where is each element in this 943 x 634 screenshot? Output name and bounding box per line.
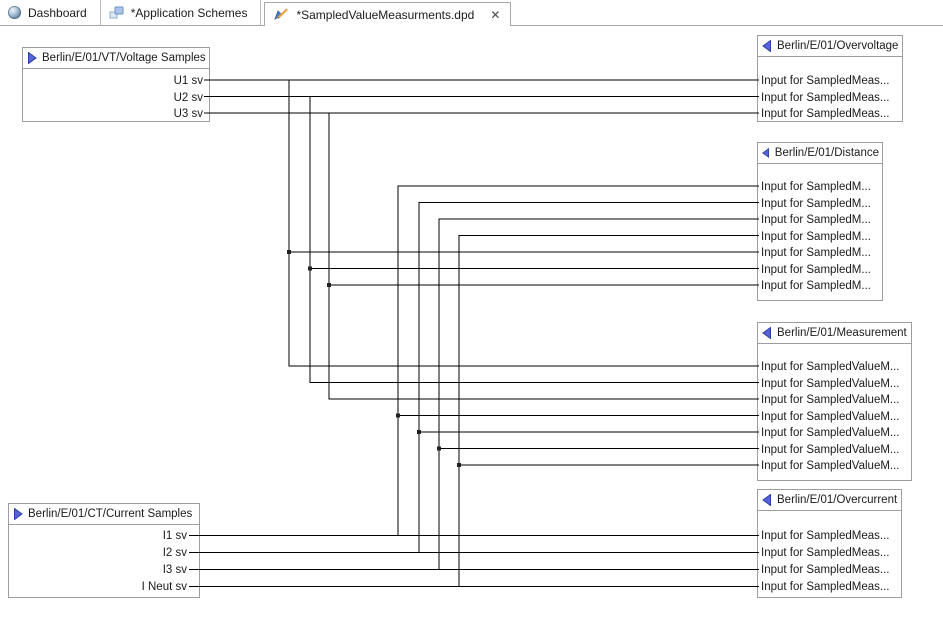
application-window: Berlin/E/01/VT/Voltage Samples U1 svU2 s… — [0, 0, 943, 634]
input-arrow-icon — [762, 494, 772, 506]
output-arrow-icon — [27, 52, 37, 64]
scheme-canvas[interactable]: Berlin/E/01/VT/Voltage Samples U1 svU2 s… — [0, 0, 943, 634]
input-pin[interactable]: Input for SampledMeas... — [761, 545, 901, 562]
dashboard-icon — [8, 6, 21, 19]
pin-list: Input for SampledMeas...Input for Sample… — [758, 57, 902, 123]
node-title: Berlin/E/01/Distance — [775, 147, 879, 159]
input-pin[interactable]: Input for SampledM... — [761, 245, 882, 262]
input-pin[interactable]: Input for SampledMeas... — [761, 562, 901, 579]
input-pin[interactable]: Input for SampledM... — [761, 212, 882, 229]
input-pin[interactable]: Input for SampledValueM... — [761, 425, 911, 442]
pin-list: Input for SampledMeas...Input for Sample… — [758, 511, 901, 596]
node-header: Berlin/E/01/CT/Current Samples — [9, 504, 199, 525]
input-pin[interactable]: Input for SampledValueM... — [761, 442, 911, 459]
tab-label: Dashboard — [28, 6, 87, 20]
node-title: Berlin/E/01/CT/Current Samples — [28, 508, 192, 520]
application-schemes-icon — [109, 6, 124, 19]
input-pin[interactable]: Input for SampledMeas... — [761, 90, 902, 107]
node-title: Berlin/E/01/Measurement — [777, 327, 907, 339]
node-title: Berlin/E/01/Overcurrent — [777, 494, 897, 506]
tab-sampledvaluemeasurments[interactable]: *SampledValueMeasurments.dpd ✕ — [264, 2, 511, 26]
editor-tab-bar: Dashboard *Application Schemes *SampledV… — [0, 0, 943, 26]
input-pin[interactable]: Input for SampledM... — [761, 262, 882, 279]
input-pin[interactable]: Input for SampledValueM... — [761, 409, 911, 426]
tab-label: *SampledValueMeasurments.dpd — [296, 8, 474, 22]
node-title: Berlin/E/01/VT/Voltage Samples — [42, 52, 206, 64]
input-pin[interactable]: Input for SampledValueM... — [761, 392, 911, 409]
output-pin[interactable]: I3 sv — [9, 562, 187, 579]
output-pin[interactable]: I2 sv — [9, 545, 187, 562]
tab-application-schemes[interactable]: *Application Schemes — [101, 0, 262, 25]
pin-list: U1 svU2 svU3 sv — [23, 69, 209, 123]
node-overvoltage[interactable]: Berlin/E/01/Overvoltage Input for Sample… — [757, 35, 903, 122]
node-overcurrent[interactable]: Berlin/E/01/Overcurrent Input for Sample… — [757, 489, 902, 598]
pin-list: I1 svI2 svI3 svI Neut sv — [9, 525, 199, 596]
output-pin[interactable]: I Neut sv — [9, 579, 187, 596]
node-header: Berlin/E/01/Overvoltage — [758, 36, 902, 57]
output-pin[interactable]: I1 sv — [9, 528, 187, 545]
output-pin[interactable]: U3 sv — [23, 106, 203, 123]
input-pin[interactable]: Input for SampledM... — [761, 179, 882, 196]
input-pin[interactable]: Input for SampledValueM... — [761, 359, 911, 376]
input-arrow-icon — [762, 327, 772, 339]
output-arrow-icon — [13, 508, 23, 520]
input-pin[interactable]: Input for SampledM... — [761, 229, 882, 246]
input-pin[interactable]: Input for SampledMeas... — [761, 73, 902, 90]
pin-list: Input for SampledValueM...Input for Samp… — [758, 344, 911, 475]
node-header: Berlin/E/01/VT/Voltage Samples — [23, 48, 209, 69]
input-pin[interactable]: Input for SampledM... — [761, 196, 882, 213]
input-arrow-icon — [762, 147, 770, 159]
input-pin[interactable]: Input for SampledMeas... — [761, 106, 902, 123]
input-pin[interactable]: Input for SampledMeas... — [761, 579, 901, 596]
node-header: Berlin/E/01/Overcurrent — [758, 490, 901, 511]
output-pin[interactable]: U2 sv — [23, 90, 203, 107]
close-icon[interactable]: ✕ — [490, 9, 500, 21]
node-voltage-samples[interactable]: Berlin/E/01/VT/Voltage Samples U1 svU2 s… — [22, 47, 210, 122]
node-title: Berlin/E/01/Overvoltage — [777, 40, 898, 52]
input-arrow-icon — [762, 40, 772, 52]
scheme-editor-icon — [274, 8, 289, 21]
input-pin[interactable]: Input for SampledMeas... — [761, 528, 901, 545]
pin-list: Input for SampledM...Input for SampledM.… — [758, 164, 882, 295]
node-measurement[interactable]: Berlin/E/01/Measurement Input for Sample… — [757, 322, 912, 481]
output-pin[interactable]: U1 sv — [23, 73, 203, 90]
input-pin[interactable]: Input for SampledM... — [761, 278, 882, 295]
node-distance[interactable]: Berlin/E/01/Distance Input for SampledM.… — [757, 142, 883, 301]
input-pin[interactable]: Input for SampledValueM... — [761, 458, 911, 475]
node-current-samples[interactable]: Berlin/E/01/CT/Current Samples I1 svI2 s… — [8, 503, 200, 598]
tab-label: *Application Schemes — [131, 6, 248, 20]
tab-dashboard[interactable]: Dashboard — [0, 0, 101, 25]
node-header: Berlin/E/01/Distance — [758, 143, 882, 164]
input-pin[interactable]: Input for SampledValueM... — [761, 376, 911, 393]
node-header: Berlin/E/01/Measurement — [758, 323, 911, 344]
